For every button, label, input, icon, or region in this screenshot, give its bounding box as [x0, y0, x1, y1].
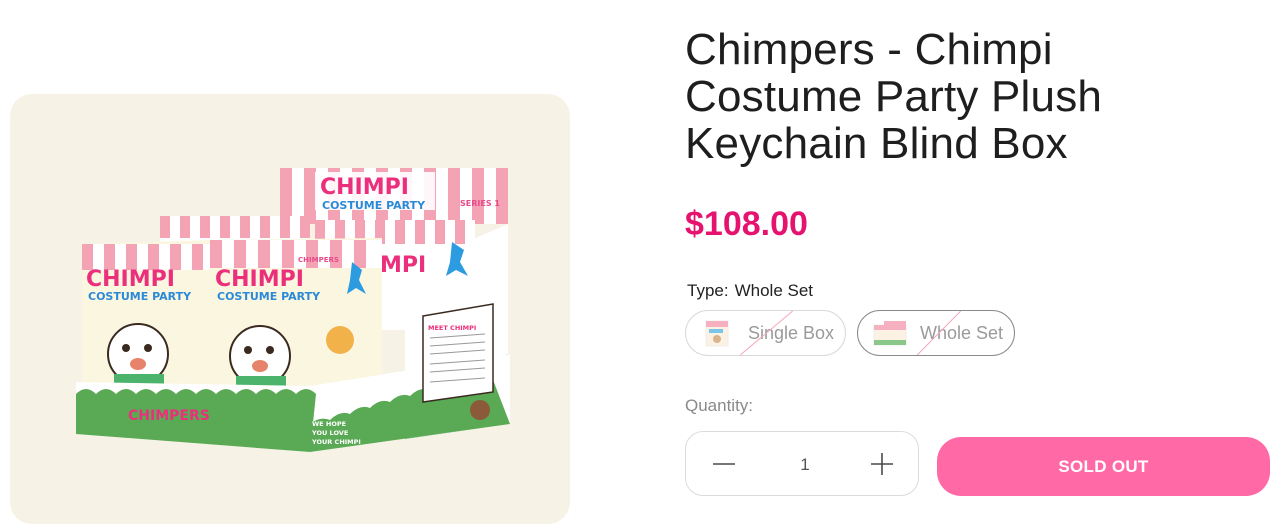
variant-option-label: Single Box [748, 322, 835, 343]
quantity-decrease-button[interactable] [702, 444, 746, 484]
meet-card-title: MEET CHIMPI [428, 324, 476, 332]
product-title: Chimpers - Chimpi Costume Party Plush Ke… [685, 25, 1103, 168]
svg-text:COSTUME PARTY: COSTUME PARTY [217, 290, 321, 303]
back-brand-text: CHIMPI [320, 175, 409, 200]
product-image: CHIMPI COSTUME PARTY SERIES 1 MPI CHIMPI… [76, 168, 510, 452]
variant-selected-value: Whole Set [734, 281, 814, 300]
tray-slogan-2: YOU LOVE [311, 429, 348, 437]
tray-slogan-1: WE HOPE [312, 420, 346, 428]
middle-box-brand: CHIMPI [215, 267, 304, 292]
minus-icon [713, 463, 735, 465]
back-subtitle-text: COSTUME PARTY [322, 199, 426, 212]
product-price: $108.00 [685, 205, 808, 243]
product-image-card[interactable]: CHIMPI COSTUME PARTY SERIES 1 MPI CHIMPI… [10, 94, 570, 524]
variant-option-label: Whole Set [920, 322, 1004, 343]
back-series-text: SERIES 1 [460, 199, 500, 208]
quantity-stepper [685, 431, 919, 496]
display-back-header: CHIMPI COSTUME PARTY SERIES 1 [280, 168, 508, 224]
whole-set-thumbnail [873, 321, 907, 346]
variant-option-whole-set[interactable]: Whole Set [857, 310, 1015, 356]
plus-icon [871, 453, 893, 475]
middle-box-small-brand: CHIMPERS [298, 256, 339, 264]
quantity-input[interactable] [756, 450, 854, 480]
tray-logo: CHIMPERS [128, 408, 210, 424]
sold-out-button[interactable]: SOLD OUT [937, 437, 1270, 496]
front-box-middle: CHIMPI COSTUME PARTY CHIMPERS [210, 238, 382, 394]
variant-type-row: Type: Whole Set [687, 281, 813, 301]
single-box-thumbnail [705, 320, 729, 347]
variant-option-single-box[interactable]: Single Box [685, 310, 846, 356]
left-box-brand: CHIMPI [86, 267, 175, 292]
svg-text:MPI: MPI [380, 253, 426, 278]
quantity-label: Quantity: [685, 396, 754, 415]
variant-type-label: Type: [687, 281, 729, 300]
quantity-increase-button[interactable] [860, 444, 904, 484]
svg-text:COSTUME PARTY: COSTUME PARTY [88, 290, 192, 303]
tray-slogan-3: YOUR CHIMPI [311, 438, 361, 446]
front-box-left: CHIMPI COSTUME PARTY [82, 240, 210, 394]
